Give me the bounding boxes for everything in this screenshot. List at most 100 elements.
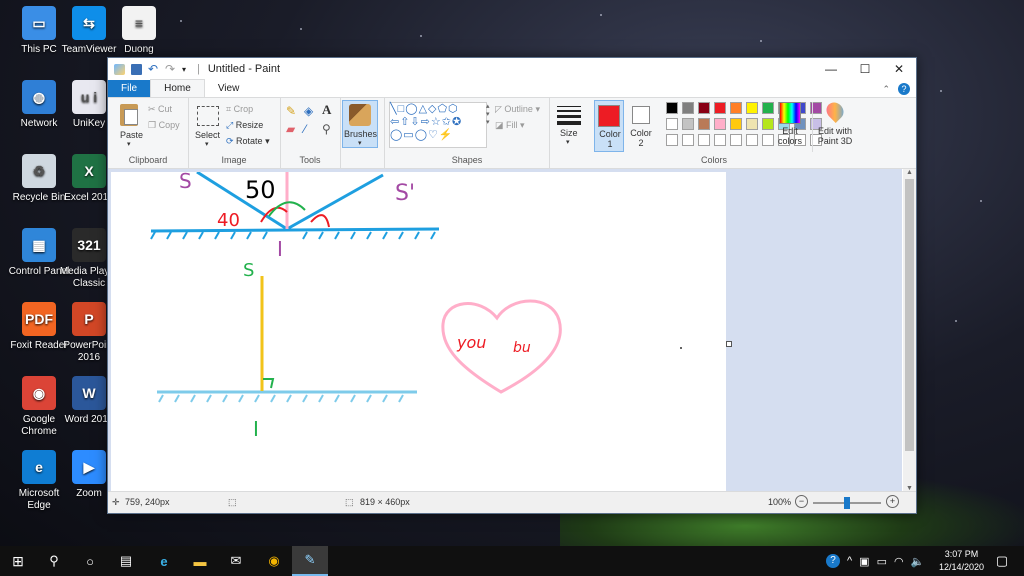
shapes-scroll-icon[interactable]: ▴ ▾ ▾ <box>486 102 490 126</box>
palette-swatch[interactable] <box>714 118 726 130</box>
wifi-icon[interactable]: ◠ <box>894 555 904 568</box>
palette-swatch[interactable] <box>698 102 710 114</box>
palette-swatch[interactable] <box>666 118 678 130</box>
collapse-ribbon-icon[interactable]: ⌃ <box>882 84 890 95</box>
desktop-icon-document[interactable]: ≡ Duong <box>106 6 172 56</box>
palette-swatch[interactable] <box>666 102 678 114</box>
powerpoint-icon: P <box>72 302 106 336</box>
cortana-icon: ○ <box>86 553 94 569</box>
crop-button[interactable]: ⌗ Crop <box>226 104 253 115</box>
select-button[interactable]: Select ▾ <box>192 102 224 150</box>
canvas-resize-handle[interactable] <box>726 341 732 347</box>
close-button[interactable]: ✕ <box>882 58 916 80</box>
cut-button[interactable]: ✂ Cut <box>148 104 172 115</box>
image-group: Select ▾ ⌗ Crop ⤢ Resize ⟳ Rotate ▾ Imag… <box>188 98 281 168</box>
label-i-top: I <box>277 237 283 261</box>
help-tray-icon[interactable]: ? <box>826 554 840 568</box>
save-icon[interactable] <box>131 63 142 75</box>
customize-quick-access-icon[interactable]: ▾ <box>182 64 193 75</box>
notification-icon: ▢ <box>995 553 1009 568</box>
tab-home[interactable]: Home <box>150 79 205 97</box>
resize-icon: ⤢ <box>226 120 236 130</box>
search-icon: ⚲ <box>49 553 59 568</box>
taskbar-mail[interactable]: ✉ <box>218 546 254 576</box>
mail-icon: ✉ <box>230 553 242 568</box>
taskbar: ⊞ ⚲ ○ ▤ e ▬ ✉ ◉ ✎ ? ^ ▣ ▭ ◠ 🔈 3:07 PM 12… <box>0 546 1024 576</box>
heart-text-1: you <box>456 333 486 352</box>
tab-view[interactable]: View <box>205 80 253 97</box>
ribbon-tabs: File Home View ⌃ ? <box>108 79 916 98</box>
palette-swatch[interactable] <box>698 118 710 130</box>
minimize-button[interactable]: — <box>814 58 848 80</box>
search-button[interactable]: ⚲ <box>36 546 72 576</box>
palette-swatch-empty[interactable] <box>666 134 678 146</box>
copy-button[interactable]: ❐ Copy <box>148 120 180 131</box>
selection-size-icon: ⬚ <box>228 497 237 507</box>
taskbar-file-explorer[interactable]: ▬ <box>182 546 218 576</box>
redo-icon[interactable]: ↷ <box>165 63 176 75</box>
zoom-slider[interactable] <box>813 497 881 509</box>
vertical-scrollbar[interactable]: ▲ ▼ <box>903 169 916 492</box>
drawing-svg: S 50 S' 40 I S I you bu <box>150 172 682 441</box>
palette-swatch[interactable] <box>730 102 742 114</box>
text-tool-icon[interactable]: A <box>322 102 331 118</box>
tab-file[interactable]: File <box>108 80 151 97</box>
show-hidden-icons-icon[interactable]: ^ <box>847 555 852 567</box>
rainbow-icon <box>779 102 801 124</box>
chrome-icon: ◉ <box>268 553 280 568</box>
zoom-slider-thumb[interactable] <box>844 497 850 509</box>
task-view-button[interactable]: ▤ <box>108 546 144 576</box>
eraser-icon[interactable]: ▰ <box>286 122 295 136</box>
notification-app-icon[interactable]: ▣ <box>859 555 869 568</box>
palette-swatch-empty[interactable] <box>746 134 758 146</box>
action-center-button[interactable]: ▢ <box>984 546 1020 576</box>
unikey-icon: u i <box>72 80 106 114</box>
palette-swatch-empty[interactable] <box>714 134 726 146</box>
color-picker-icon[interactable]: ⁄ <box>304 122 306 136</box>
zoom-in-button[interactable]: + <box>886 495 899 508</box>
palette-swatch[interactable] <box>682 118 694 130</box>
palette-swatch-empty[interactable] <box>698 134 710 146</box>
scrollbar-thumb[interactable] <box>905 179 914 451</box>
taskbar-edge[interactable]: e <box>146 546 182 576</box>
rotate-button[interactable]: ⟳ Rotate ▾ <box>226 136 270 147</box>
edge-icon: e <box>22 450 56 484</box>
palette-swatch[interactable] <box>714 102 726 114</box>
outline-button[interactable]: ◸ Outline ▾ <box>495 104 540 115</box>
resize-button[interactable]: ⤢ Resize <box>226 120 263 131</box>
size-button[interactable]: Size ▾ <box>550 100 588 150</box>
zoom-out-button[interactable]: − <box>795 495 808 508</box>
clock[interactable]: 3:07 PM 12/14/2020 <box>939 548 984 574</box>
magnifier-icon[interactable]: ⚲ <box>322 122 331 136</box>
maximize-button[interactable]: ☐ <box>848 58 882 80</box>
drawing-canvas[interactable]: S 50 S' 40 I S I you bu <box>111 172 726 492</box>
canvas-workspace: S 50 S' 40 I S I you bu <box>108 169 902 492</box>
undo-icon[interactable]: ↶ <box>148 63 159 75</box>
shapes-gallery[interactable]: ╲□◯△◇⬠⬡ ⇦⇧⇩⇨☆✩✪ ◯▭◯♡⚡ <box>389 102 487 148</box>
start-button[interactable]: ⊞ <box>0 546 36 576</box>
fill-button[interactable]: ◪ Fill ▾ <box>495 120 525 131</box>
edit-colors-button[interactable]: Edit colors <box>772 102 808 152</box>
pencil-icon[interactable]: ✎ <box>286 104 296 118</box>
brushes-button[interactable]: Brushes ▾ <box>342 100 378 148</box>
status-bar: ✛ 759, 240px ⬚ ⬚ 819 × 460px 100% − + <box>108 491 916 513</box>
cortana-button[interactable]: ○ <box>72 546 108 576</box>
palette-swatch[interactable] <box>746 102 758 114</box>
word-icon: W <box>72 376 106 410</box>
taskbar-paint[interactable]: ✎ <box>292 546 328 576</box>
paste-button[interactable]: Paste ▾ <box>114 102 144 150</box>
paint-app-icon[interactable] <box>114 63 125 75</box>
fill-bucket-icon[interactable]: ◈ <box>304 104 313 118</box>
taskbar-chrome[interactable]: ◉ <box>256 546 292 576</box>
edit-with-paint3d-button[interactable]: Edit with Paint 3D <box>812 98 857 152</box>
palette-swatch[interactable] <box>746 118 758 130</box>
palette-swatch-empty[interactable] <box>730 134 742 146</box>
battery-icon[interactable]: ▭ <box>877 555 887 568</box>
help-icon[interactable]: ? <box>898 83 910 95</box>
scroll-up-icon[interactable]: ▲ <box>906 169 913 176</box>
palette-swatch[interactable] <box>730 118 742 130</box>
palette-swatch[interactable] <box>682 102 694 114</box>
volume-icon[interactable]: 🔈 <box>911 555 925 568</box>
palette-swatch-empty[interactable] <box>682 134 694 146</box>
chrome-icon: ◉ <box>22 376 56 410</box>
